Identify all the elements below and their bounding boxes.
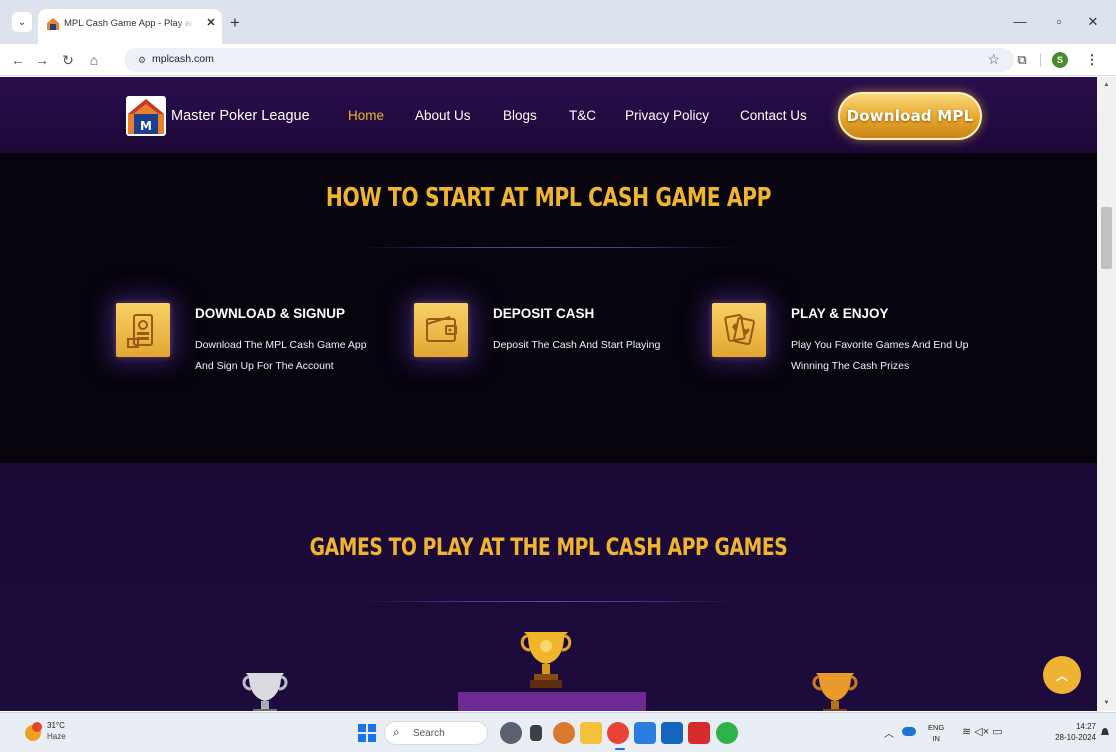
title-divider: [360, 247, 740, 248]
step-icon-play: [712, 303, 766, 357]
language-code: ENG: [928, 723, 945, 732]
browser-tab-strip: ⌄ MPL Cash Game App - Play and Win ✕ + —…: [0, 0, 1116, 44]
gold-trophy-icon: [520, 632, 572, 688]
nav-link-blogs[interactable]: Blogs: [503, 108, 537, 123]
site-favicon-icon: [47, 18, 59, 30]
brand-logo[interactable]: M: [126, 96, 166, 136]
browser-tab[interactable]: MPL Cash Game App - Play and Win ✕: [38, 9, 222, 44]
address-bar[interactable]: ⚙ mplcash.com ☆: [124, 48, 1014, 72]
back-arrow-icon[interactable]: ←: [8, 50, 28, 70]
taskbar-search[interactable]: ⌕ Search: [384, 721, 488, 745]
input-language[interactable]: ENG IN: [928, 722, 944, 744]
outlook-icon[interactable]: [661, 722, 683, 744]
site-info-icon[interactable]: ⚙: [134, 52, 150, 68]
taskbar-app-widget-icon[interactable]: [500, 722, 522, 744]
nav-link-tnc[interactable]: T&C: [569, 108, 596, 123]
weather-haze-icon[interactable]: [22, 721, 44, 743]
tab-title: MPL Cash Game App - Play and Win: [64, 18, 194, 29]
page-scrollbar[interactable]: ▲ ▼: [1097, 77, 1116, 711]
forward-arrow-icon[interactable]: →: [32, 50, 52, 70]
phone-signup-icon: [127, 314, 153, 348]
step-heading: DEPOSIT CASH: [493, 306, 595, 321]
window-close-icon[interactable]: ✕: [1082, 12, 1104, 32]
nav-link-privacy-policy[interactable]: Privacy Policy: [625, 108, 709, 123]
scrollbar-thumb[interactable]: [1101, 207, 1112, 269]
file-explorer-icon[interactable]: [580, 722, 602, 744]
tray-wifi-volume-battery-icons[interactable]: ≋ ◁× ▭: [962, 725, 1003, 738]
whatsapp-icon[interactable]: [716, 722, 738, 744]
chevron-up-icon: ︿: [1055, 668, 1068, 683]
clock-date: 28-10-2024: [1055, 733, 1096, 742]
back-to-top-button[interactable]: ︿: [1043, 656, 1081, 694]
copilot-icon[interactable]: [553, 722, 575, 744]
step-icon-download: [116, 303, 170, 357]
nav-link-about-us[interactable]: About Us: [415, 108, 471, 123]
notification-bell-icon[interactable]: [1100, 727, 1110, 737]
new-tab-button[interactable]: +: [226, 14, 244, 32]
restore-icon[interactable]: ▫: [1048, 12, 1070, 32]
games-section: GAMES TO PLAY AT THE MPL CASH APP GAMES: [0, 463, 1097, 711]
site-header: M Master Poker League Home About Us Blog…: [0, 77, 1097, 153]
browser-toolbar: ← → ↻ ⌂ ⚙ mplcash.com ☆ ⧉ S ⋮: [0, 44, 1116, 76]
winner-podium: [458, 692, 646, 711]
acrobat-icon[interactable]: [688, 722, 710, 744]
step-heading: PLAY & ENJOY: [791, 306, 889, 321]
bronze-trophy-icon: [812, 673, 858, 711]
browser-menu-icon[interactable]: ⋮: [1084, 50, 1100, 70]
weather-condition[interactable]: Haze: [47, 732, 66, 741]
mpl-house-logo-icon: M: [128, 99, 164, 134]
reload-icon[interactable]: ↻: [58, 50, 78, 70]
playing-cards-icon: [724, 314, 755, 346]
step-description: Download The MPL Cash Game App And Sign …: [195, 339, 367, 372]
title-divider: [360, 601, 740, 602]
step-icon-deposit: [414, 303, 468, 357]
clock-time: 14:27: [1075, 722, 1096, 731]
windows-start-icon[interactable]: [358, 724, 376, 742]
tab-close-icon[interactable]: ✕: [204, 16, 218, 30]
weather-temperature[interactable]: 31°C: [47, 721, 65, 730]
silver-trophy-icon: [242, 673, 288, 711]
section-title-games: GAMES TO PLAY AT THE MPL CASH APP GAMES: [309, 533, 788, 561]
page-viewport: M Master Poker League Home About Us Blog…: [0, 77, 1097, 711]
step-description: Play You Favorite Games And End Up Winni…: [791, 339, 969, 372]
onedrive-cloud-icon[interactable]: [902, 727, 916, 736]
nav-link-home[interactable]: Home: [348, 108, 384, 123]
home-icon[interactable]: ⌂: [84, 50, 104, 70]
download-mpl-button[interactable]: Download MPL: [838, 92, 982, 140]
search-placeholder: Search: [413, 728, 445, 739]
region-code: IN: [932, 734, 940, 743]
wallet-icon: [426, 316, 457, 342]
section-title-how-to-start: HOW TO START AT MPL CASH GAME APP: [325, 183, 772, 213]
how-to-start-section: HOW TO START AT MPL CASH GAME APP DOWNLO…: [0, 153, 1097, 463]
step-description: Deposit The Cash And Start Playing: [493, 339, 661, 351]
taskview-icon[interactable]: [530, 725, 542, 741]
url-text[interactable]: mplcash.com: [152, 53, 214, 65]
step-heading: DOWNLOAD & SIGNUP: [195, 306, 345, 321]
bookmark-star-icon[interactable]: ☆: [987, 51, 1000, 68]
chevron-down-icon: ⌄: [17, 16, 27, 28]
svg-text:M: M: [140, 119, 152, 133]
chrome-icon[interactable]: [607, 722, 629, 744]
windows-taskbar: 31°C Haze ⌕ Search ︿ ENG IN ≋ ◁× ▭ 14:27…: [0, 712, 1116, 752]
tray-overflow-chevron-icon[interactable]: ︿: [884, 725, 894, 740]
brand-name[interactable]: Master Poker League: [171, 108, 310, 124]
extensions-puzzle-icon[interactable]: ⧉: [1014, 52, 1030, 68]
minimize-icon[interactable]: —: [1009, 12, 1031, 32]
tab-search-button[interactable]: ⌄: [12, 12, 32, 32]
nav-link-contact-us[interactable]: Contact Us: [740, 108, 807, 123]
scroll-down-arrow-icon[interactable]: ▼: [1102, 699, 1111, 707]
active-app-indicator: [615, 748, 625, 750]
screen: ⌄ MPL Cash Game App - Play and Win ✕ + —…: [0, 0, 1116, 752]
search-icon: ⌕: [393, 725, 400, 739]
toolbar-divider: [1040, 53, 1041, 67]
clock[interactable]: 14:27 28-10-2024: [1052, 721, 1096, 743]
profile-avatar[interactable]: S: [1052, 52, 1068, 68]
scroll-up-arrow-icon[interactable]: ▲: [1102, 81, 1111, 89]
teams-icon[interactable]: [634, 722, 656, 744]
